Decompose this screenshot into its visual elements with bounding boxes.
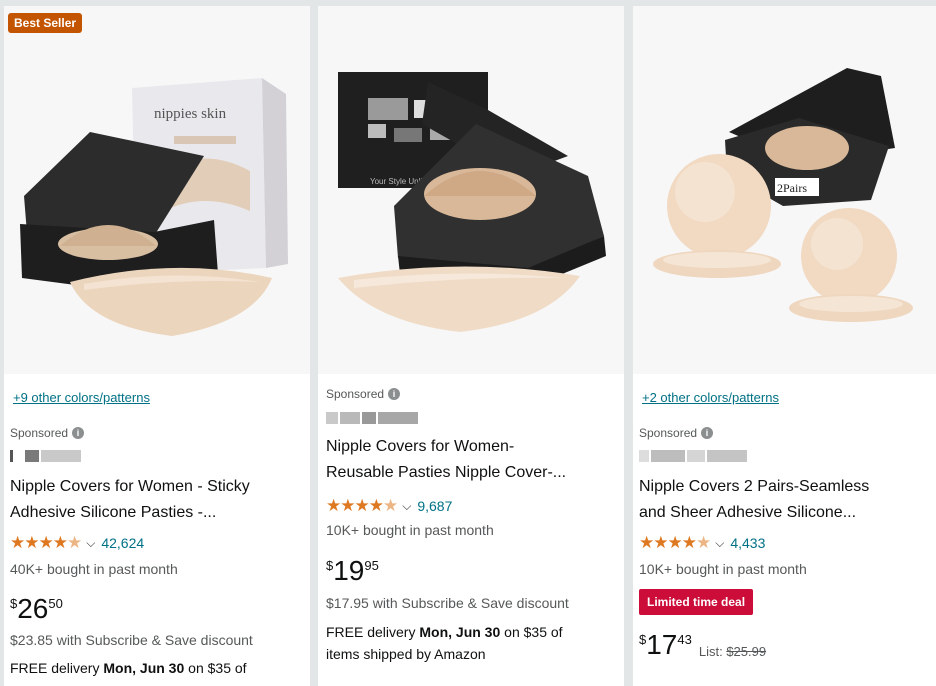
product-title-1-line2: Adhesive Silicone Pasties -... (10, 504, 217, 521)
price-fraction: 95 (364, 558, 379, 573)
limited-time-deal-badge: Limited time deal (639, 589, 754, 615)
sponsored-label-1: Sponsored i (10, 426, 85, 440)
rating-count-2[interactable]: 9,687 (417, 498, 452, 514)
sponsored-label-3: Sponsored i (639, 426, 714, 440)
rating-1[interactable]: ★★★★★ ⌵ 42,624 (10, 534, 144, 552)
product-title-3-line1: Nipple Covers 2 Pairs-Seamless (639, 478, 870, 495)
price-1[interactable]: $ 26 50 (10, 594, 63, 624)
delivery-prefix: FREE delivery (326, 624, 416, 640)
price-symbol: $ (10, 596, 18, 611)
product-card-3[interactable]: 2Pairs +2 other colors/patterns Sponsore… (633, 6, 936, 686)
product-title-1-line1: Nipple Covers for Women - Sticky (10, 478, 250, 495)
price-whole: 19 (333, 555, 365, 586)
price-whole: 17 (646, 629, 678, 660)
product-photo-3: 2Pairs (633, 6, 936, 374)
bought-count-3: 10K+ bought in past month (639, 561, 807, 577)
rating-2[interactable]: ★★★★★ ⌵ 9,687 (326, 497, 452, 515)
price-3[interactable]: $ 17 43 List: $25.99 (639, 630, 766, 660)
bought-count-1: 40K+ bought in past month (10, 561, 178, 577)
star-rating-icon: ★★★★★ (326, 496, 398, 515)
product-image-3[interactable]: 2Pairs (633, 6, 936, 374)
chevron-down-icon[interactable]: ⌵ (86, 536, 95, 551)
product-photo-1: nippies skin (4, 6, 310, 374)
price-fraction: 50 (48, 596, 63, 611)
other-colors-link-1[interactable]: +9 other colors/patterns (13, 390, 150, 405)
subscribe-save-1: $23.85 with Subscribe & Save discount (10, 632, 253, 648)
product-image-1[interactable]: nippies skin Best Seller (4, 6, 310, 374)
rating-count-1[interactable]: 42,624 (101, 535, 144, 551)
subscribe-save-2: $17.95 with Subscribe & Save discount (326, 595, 569, 611)
product-title-1[interactable]: Nipple Covers for Women - Sticky Adhesiv… (10, 474, 306, 526)
info-icon[interactable]: i (388, 388, 401, 400)
list-price: List: $25.99 (699, 644, 766, 659)
brand-name-redacted-3 (639, 450, 747, 462)
chevron-down-icon[interactable]: ⌵ (715, 536, 724, 551)
price-symbol: $ (639, 632, 647, 647)
star-rating-icon: ★★★★★ (10, 533, 82, 552)
delivery-info-1: FREE delivery Mon, Jun 30 on $35 of (10, 657, 308, 679)
product-title-3-line2: and Sheer Adhesive Silicone... (639, 504, 857, 521)
product-title-2[interactable]: Nipple Covers for Women- Reusable Pastie… (326, 434, 622, 486)
delivery-line2: items shipped by Amazon (326, 646, 486, 662)
sponsored-text: Sponsored (639, 426, 698, 440)
price-2[interactable]: $ 19 95 (326, 556, 379, 586)
brand-name-redacted-1 (10, 450, 81, 462)
product-title-3[interactable]: Nipple Covers 2 Pairs-Seamless and Sheer… (639, 474, 935, 526)
info-icon[interactable]: i (701, 427, 714, 439)
star-rating-icon: ★★★★★ (639, 533, 711, 552)
brand-name-redacted-2 (326, 412, 418, 424)
delivery-date: Mon, Jun 30 (419, 624, 501, 640)
product-card-2[interactable]: Your Style Unlimited Sponsored i Nipple … (318, 6, 624, 686)
delivery-info-2: FREE delivery Mon, Jun 30 on $35 of item… (326, 621, 618, 665)
product-image-2[interactable]: Your Style Unlimited (318, 6, 624, 374)
sponsored-text: Sponsored (326, 387, 385, 401)
list-price-value: $25.99 (726, 644, 767, 659)
bought-count-2: 10K+ bought in past month (326, 522, 494, 538)
rating-count-3[interactable]: 4,433 (730, 535, 765, 551)
chevron-down-icon[interactable]: ⌵ (402, 499, 411, 514)
price-whole: 26 (17, 593, 49, 624)
box-label-3: 2Pairs (777, 181, 807, 195)
product-card-1[interactable]: nippies skin Best Seller +9 other colors… (4, 6, 310, 686)
other-colors-link-3[interactable]: +2 other colors/patterns (642, 390, 779, 405)
info-icon[interactable]: i (72, 427, 85, 439)
product-photo-2: Your Style Unlimited (318, 6, 624, 374)
product-title-2-line2: Reusable Pasties Nipple Cover-... (326, 464, 567, 481)
rating-3[interactable]: ★★★★★ ⌵ 4,433 (639, 534, 765, 552)
sponsored-text: Sponsored (10, 426, 69, 440)
box-label-1: nippies skin (154, 106, 227, 122)
price-symbol: $ (326, 558, 334, 573)
price-fraction: 43 (677, 632, 692, 647)
delivery-suffix: on $35 of (504, 624, 563, 640)
list-label: List: (698, 644, 723, 659)
product-title-2-line1: Nipple Covers for Women- (326, 438, 515, 455)
sponsored-label-2: Sponsored i (326, 387, 401, 401)
best-seller-badge: Best Seller (8, 13, 83, 33)
